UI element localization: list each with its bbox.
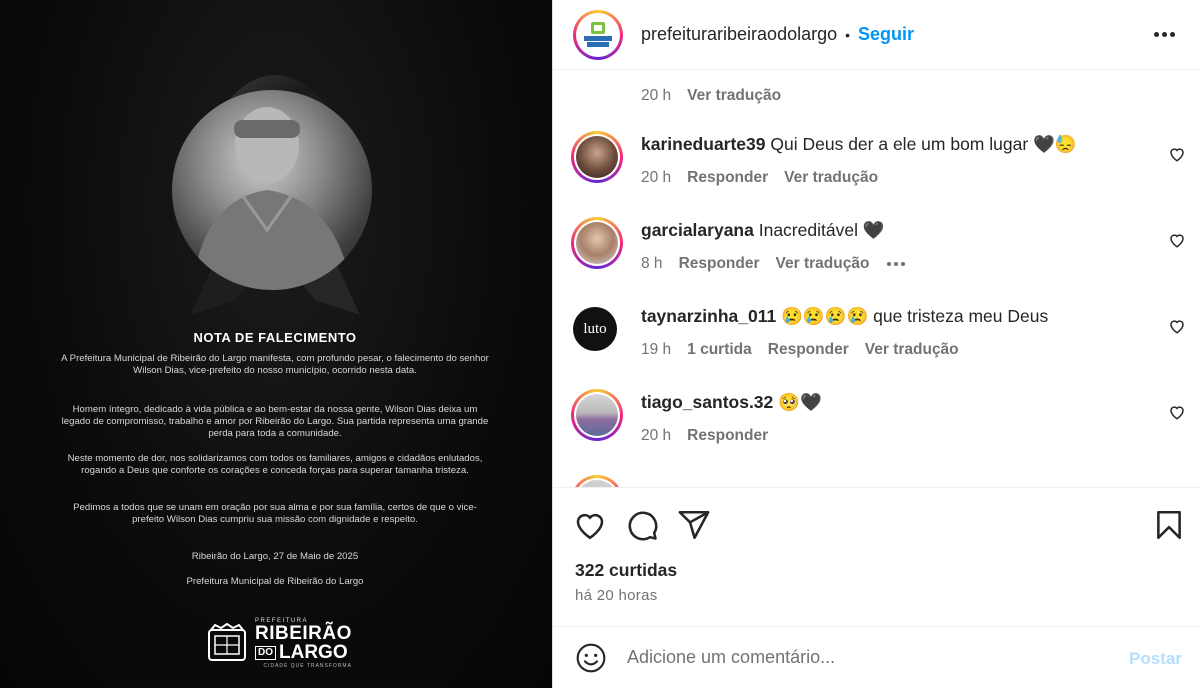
- like-comment-heart-icon[interactable]: [1168, 231, 1186, 249]
- logo-line1: RIBEIRÃO: [255, 623, 352, 644]
- see-translation-link[interactable]: Ver tradução: [784, 169, 878, 187]
- comment-item: tiago_santos.32 🥺🖤 20 h Responder: [571, 389, 1200, 459]
- see-translation-link[interactable]: Ver tradução: [776, 255, 870, 273]
- comment-avatar[interactable]: [571, 217, 623, 269]
- post-image: NOTA DE FALECIMENTO A Prefeitura Municip…: [0, 0, 552, 688]
- comment-avatar[interactable]: [571, 389, 623, 441]
- comment-likes[interactable]: 1 curtida: [687, 341, 752, 359]
- comment-username[interactable]: garcialaryana: [641, 220, 754, 240]
- add-comment-bar: Postar: [553, 626, 1200, 688]
- comment-username[interactable]: taynarzinha_011: [641, 306, 776, 326]
- post-paragraph-2: Homem íntegro, dedicado à vida pública e…: [61, 404, 489, 439]
- comment-item: luto taynarzinha_011 😢😢😢😢 que tristeza m…: [571, 303, 1200, 373]
- comment-username[interactable]: tiago_santos.32: [641, 392, 773, 412]
- comment-item: [571, 475, 1200, 487]
- reply-link[interactable]: Responder: [768, 341, 849, 359]
- like-heart-icon[interactable]: [573, 508, 607, 542]
- comment-item: 20 h Ver tradução: [571, 71, 1200, 105]
- comment-time: 20 h: [641, 169, 672, 186]
- comment-avatar[interactable]: luto: [573, 307, 617, 351]
- avatar-luto-text: luto: [583, 320, 607, 337]
- portrait-figure: [192, 107, 352, 290]
- post-paragraph-1: A Prefeitura Municipal de Ribeirão do La…: [61, 353, 489, 376]
- prefeitura-logo: PREFEITURA RIBEIRÃO DO LARGO CIDADE QUE …: [205, 618, 352, 669]
- portrait-photo: [172, 90, 372, 290]
- post-signature: Prefeitura Municipal de Ribeirão do Larg…: [186, 576, 364, 587]
- comment-time: 20 h: [641, 87, 672, 104]
- post-comment-button[interactable]: Postar: [1129, 649, 1182, 669]
- author-avatar[interactable]: [573, 9, 623, 60]
- like-comment-heart-icon[interactable]: [1168, 403, 1186, 421]
- author-username[interactable]: prefeituraribeiraodolargo: [641, 24, 837, 45]
- comment-time: 19 h: [641, 341, 672, 358]
- comment-options-icon[interactable]: [887, 255, 906, 273]
- comment-input[interactable]: [627, 647, 1087, 668]
- reply-link[interactable]: Responder: [679, 255, 760, 273]
- reply-link[interactable]: Responder: [687, 427, 768, 445]
- comment-time: 20 h: [641, 427, 672, 444]
- save-bookmark-icon[interactable]: [1152, 508, 1186, 542]
- comment-text: Inacreditável 🖤: [758, 220, 885, 240]
- comment-time: 8 h: [641, 255, 663, 272]
- logo-slogan: CIDADE QUE TRANSFORMA: [263, 663, 352, 669]
- follow-button[interactable]: Seguir: [858, 24, 914, 45]
- emoji-smiley-icon[interactable]: [575, 642, 607, 674]
- comment-text: 😢😢😢😢 que tristeza meu Deus: [781, 306, 1049, 326]
- more-options-icon[interactable]: [1154, 24, 1178, 44]
- prefeitura-avatar-logo-icon: [584, 21, 612, 47]
- logo-line2: LARGO: [279, 642, 348, 663]
- comment-item: karineduarte39 Qui Deus der a ele um bom…: [571, 131, 1200, 201]
- header-separator-dot: •: [845, 26, 851, 43]
- post-paragraph-4: Pedimos a todos que se unam em oração po…: [73, 502, 477, 525]
- post-paragraph-3: Neste momento de dor, nos solidarizamos …: [67, 453, 483, 476]
- comments-list[interactable]: 20 h Ver tradução karineduarte39 Qui Deu…: [553, 71, 1200, 487]
- comment-avatar[interactable]: [571, 475, 623, 487]
- post-title: NOTA DE FALECIMENTO: [193, 330, 357, 345]
- reply-link[interactable]: Responder: [687, 169, 768, 187]
- post-side-panel: prefeituraribeiraodolargo • Seguir 20 h …: [552, 0, 1200, 688]
- like-comment-heart-icon[interactable]: [1168, 145, 1186, 163]
- see-translation-link[interactable]: Ver tradução: [687, 87, 781, 105]
- comment-bubble-icon[interactable]: [625, 508, 659, 542]
- see-translation-link[interactable]: Ver tradução: [865, 341, 959, 359]
- share-send-icon[interactable]: [677, 508, 711, 542]
- city-emblem-icon: [208, 622, 246, 661]
- post-header: prefeituraribeiraodolargo • Seguir: [553, 0, 1200, 70]
- like-comment-heart-icon[interactable]: [1168, 317, 1186, 335]
- comment-text: 🥺🖤: [778, 392, 822, 412]
- comment-text: Qui Deus der a ele um bom lugar 🖤😓: [770, 134, 1077, 154]
- comment-username[interactable]: karineduarte39: [641, 134, 766, 154]
- comment-avatar[interactable]: [571, 131, 623, 183]
- post-time: há 20 horas: [575, 587, 658, 604]
- comment-item: garcialaryana Inacreditável 🖤 8 h Respon…: [571, 217, 1200, 287]
- logo-do: DO: [255, 645, 276, 660]
- post-place-date: Ribeirão do Largo, 27 de Maio de 2025: [191, 551, 359, 562]
- post-actions: [553, 487, 1200, 559]
- likes-count[interactable]: 322 curtidas: [575, 560, 677, 581]
